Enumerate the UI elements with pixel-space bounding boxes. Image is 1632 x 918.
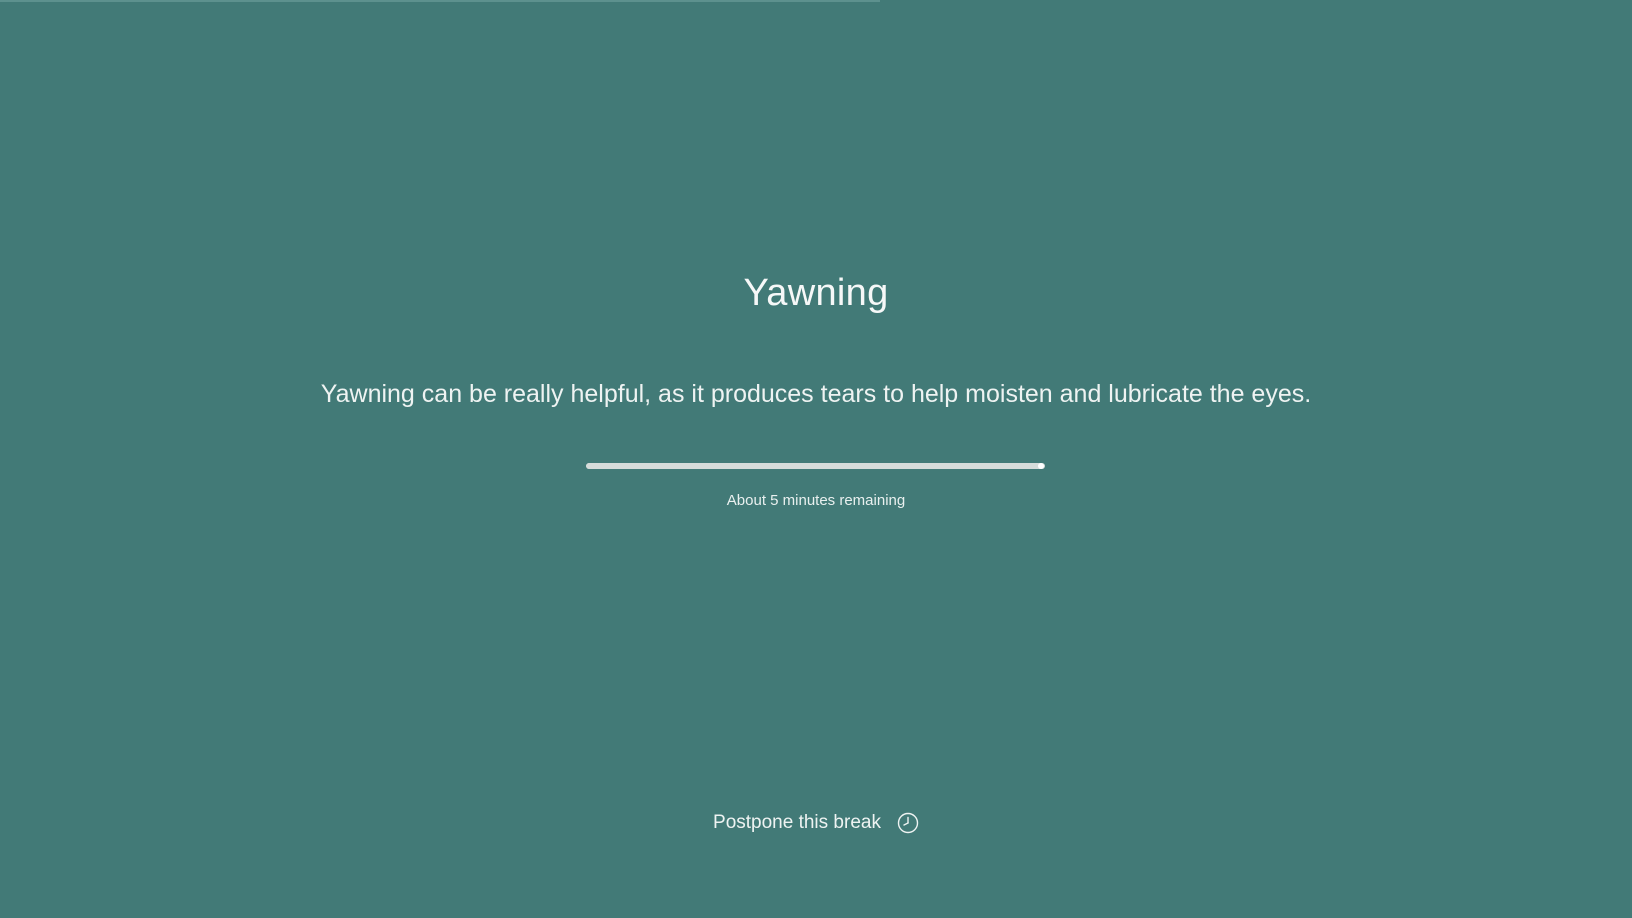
break-progress-fill: [586, 463, 1041, 469]
postpone-break-button[interactable]: Postpone this break: [0, 812, 1632, 834]
break-progress-bar: [586, 463, 1045, 469]
time-remaining-label: About 5 minutes remaining: [726, 492, 906, 509]
break-title: Yawning: [743, 272, 889, 314]
break-screen: Yawning Yawning can be really helpful, a…: [0, 0, 1632, 918]
clock-icon: [897, 812, 919, 834]
progress-end-marker: [1038, 463, 1044, 469]
break-message: Yawning can be really helpful, as it pro…: [320, 380, 1312, 408]
postpone-break-label: Postpone this break: [713, 812, 881, 833]
